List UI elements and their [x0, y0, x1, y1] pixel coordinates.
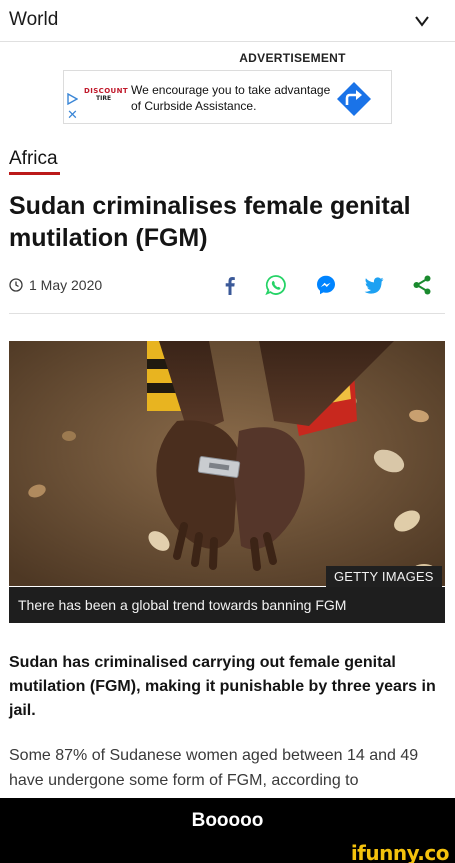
article-date: 1 May 2020 [29, 277, 103, 293]
meme-caption: Booooo [0, 798, 455, 843]
clock-icon [9, 278, 23, 292]
section-title[interactable]: World [9, 9, 58, 31]
image-credit: GETTY IMAGES [326, 566, 442, 587]
category-underline [9, 172, 60, 175]
advertisement-label: ADVERTISEMENT [239, 51, 346, 65]
ad-close-icon[interactable]: ✕ [67, 108, 78, 121]
article-category[interactable]: Africa [9, 148, 58, 170]
chevron-down-icon[interactable] [413, 12, 431, 30]
advertiser-logo: DISCOUNT TIRE [84, 87, 128, 109]
advertisement-banner[interactable]: ✕ DISCOUNT TIRE We encourage you to take… [63, 70, 392, 124]
article-body-paragraph: Some 87% of Sudanese women aged between … [9, 747, 419, 789]
article-image[interactable] [9, 341, 445, 586]
twitter-icon[interactable] [363, 274, 385, 296]
article-meta: 1 May 2020 [9, 268, 445, 308]
facebook-icon[interactable] [219, 274, 241, 296]
adchoices-icon[interactable] [66, 93, 78, 105]
divider [9, 313, 445, 314]
whatsapp-icon[interactable] [265, 274, 287, 296]
advertiser-logo-line2: TIRE [96, 95, 112, 102]
watermark-logo: ifunny.co [350, 841, 450, 863]
messenger-icon[interactable] [315, 274, 337, 296]
footer-bar: ifunny.co [0, 841, 455, 863]
share-icon[interactable] [411, 274, 433, 296]
article-headline: Sudan criminalises female genital mutila… [9, 192, 411, 252]
hands-holding-razor-blade-image [9, 341, 445, 586]
top-navigation: World [0, 0, 455, 42]
advertiser-logo-line1: DISCOUNT [84, 87, 129, 95]
image-caption: There has been a global trend towards ba… [9, 587, 445, 623]
advertisement-text: We encourage you to take advantage of Cu… [131, 83, 331, 113]
directions-arrow-icon[interactable] [336, 81, 372, 117]
article-intro: Sudan has criminalised carrying out fema… [9, 654, 436, 719]
